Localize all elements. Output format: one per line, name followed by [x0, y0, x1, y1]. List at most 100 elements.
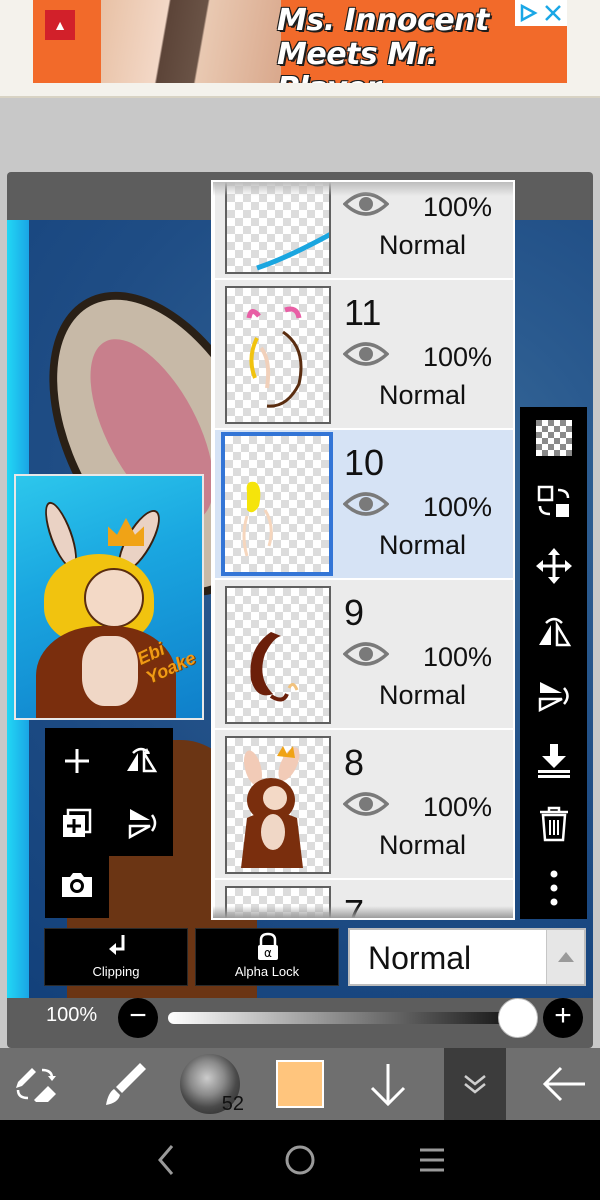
- layer-blend-mode: Normal: [379, 380, 467, 410]
- duplicate-layer-button[interactable]: [45, 792, 109, 854]
- opacity-increase-button[interactable]: +: [543, 998, 583, 1038]
- layer-blend-mode: Normal: [379, 680, 467, 710]
- eye-icon[interactable]: [343, 490, 389, 518]
- color-picker-button[interactable]: [268, 1048, 332, 1120]
- opacity-slider[interactable]: [168, 1012, 518, 1024]
- nav-back-button[interactable]: [136, 1138, 196, 1182]
- ad-choices[interactable]: [515, 0, 567, 26]
- flip-layer-horizontal-button[interactable]: [109, 730, 173, 792]
- move-arrows-icon: [535, 548, 572, 584]
- plus-icon: +: [554, 999, 572, 1032]
- layer-tools-panel: [45, 728, 173, 918]
- ad-strip: ▲ Ms. Innocent Meets Mr. Player: [0, 0, 600, 98]
- layer-thumbnail: [225, 736, 331, 874]
- lock-icon: α: [258, 932, 278, 960]
- brush-size-value: 52: [221, 1093, 244, 1115]
- brush-tip-preview: 52: [180, 1054, 244, 1115]
- bottom-toolbar: 52: [0, 1048, 600, 1120]
- layers-collapse-button[interactable]: [444, 1048, 506, 1120]
- clipping-button[interactable]: Clipping: [44, 928, 188, 986]
- layer-number: 9: [344, 592, 365, 633]
- import-photo-button[interactable]: [45, 854, 109, 916]
- layers-scroll-shade-top: [213, 182, 513, 196]
- clipping-arrow-icon: [109, 935, 125, 955]
- add-layer-button[interactable]: [45, 730, 109, 792]
- layer-row[interactable]: 8 100% Normal: [215, 730, 513, 880]
- clipping-label: Clipping: [92, 964, 140, 979]
- layer-blend-mode: Normal: [379, 530, 467, 560]
- layer-number: 11: [344, 292, 382, 333]
- layer-row[interactable]: 9 100% Normal: [215, 580, 513, 730]
- brush-icon: [106, 1063, 146, 1105]
- blend-mode-dropdown-arrow[interactable]: [546, 930, 584, 984]
- swap-layer-button[interactable]: [520, 471, 587, 533]
- ad-logo: ▲: [45, 10, 75, 40]
- blend-mode-value: Normal: [368, 940, 472, 976]
- alpha-lock-button[interactable]: α Alpha Lock: [195, 928, 339, 986]
- chevron-left-icon: [158, 1145, 174, 1175]
- layer-opacity: 100%: [423, 342, 493, 372]
- scroll-down-button[interactable]: [352, 1048, 424, 1120]
- pen-eraser-swap-icon: [16, 1068, 56, 1102]
- preview-art-chest: [82, 636, 138, 706]
- layer-number: 10: [344, 442, 385, 483]
- brush-size-button[interactable]: 52: [178, 1048, 244, 1120]
- close-ad-icon[interactable]: [543, 4, 563, 22]
- merge-down-button[interactable]: [520, 729, 587, 791]
- brush-tool-button[interactable]: [88, 1048, 160, 1120]
- system-nav-bar: [0, 1120, 600, 1200]
- ad-title-line1: Ms. Innocent: [277, 3, 489, 38]
- alpha-lock-label: Alpha Lock: [234, 964, 300, 979]
- flip-horizontal-icon: [538, 617, 571, 647]
- opacity-value: 100%: [46, 1004, 98, 1026]
- opacity-slider-row: 100% − +: [0, 996, 600, 1042]
- flip-vertical-icon: [128, 809, 157, 840]
- home-circle-icon: [285, 1145, 315, 1175]
- delete-layer-button[interactable]: [520, 793, 587, 855]
- blend-mode-select[interactable]: Normal: [348, 928, 586, 986]
- flip-horizontal-button[interactable]: [520, 601, 587, 663]
- menu-lines-icon: [420, 1148, 444, 1172]
- canvas-preview[interactable]: Ebi Yoake: [14, 474, 204, 720]
- move-layer-button[interactable]: [520, 535, 587, 597]
- back-button[interactable]: [528, 1048, 600, 1120]
- more-vertical-icon: [550, 870, 557, 906]
- layer-blend-mode: Normal: [379, 830, 467, 860]
- opacity-decrease-button[interactable]: −: [118, 998, 158, 1038]
- layers-panel[interactable]: 100% Normal 11 100% Normal 10 100% Norma…: [211, 180, 515, 920]
- layer-row[interactable]: 11 100% Normal: [215, 280, 513, 430]
- preview-art-face: [84, 568, 144, 628]
- merge-down-icon: [537, 744, 570, 778]
- layer-opacity: 100%: [423, 642, 493, 672]
- nav-recents-button[interactable]: [402, 1138, 462, 1182]
- layer-opacity: 100%: [423, 192, 493, 222]
- layer-opacity: 100%: [423, 492, 493, 522]
- ad-banner[interactable]: ▲ Ms. Innocent Meets Mr. Player: [33, 0, 567, 83]
- tool-switch-button[interactable]: [0, 1048, 72, 1120]
- flip-vertical-button[interactable]: [520, 665, 587, 727]
- layer-number: 8: [344, 742, 365, 783]
- layer-thumbnail: [221, 432, 333, 576]
- layer-side-toolbar: [520, 407, 587, 919]
- layer-thumbnail: [225, 286, 331, 424]
- nav-home-button[interactable]: [270, 1138, 330, 1182]
- duplicate-layer-icon: [63, 808, 92, 837]
- layer-more-button[interactable]: [520, 857, 587, 919]
- plus-icon: [65, 749, 89, 773]
- layer-blend-mode: Normal: [379, 230, 467, 260]
- ad-choices-icon[interactable]: [519, 4, 539, 22]
- arrow-left-icon: [542, 1066, 585, 1102]
- camera-icon: [62, 873, 92, 897]
- eye-icon[interactable]: [343, 340, 389, 368]
- eye-icon[interactable]: [343, 640, 389, 668]
- svg-text:α: α: [264, 946, 272, 960]
- flip-layer-vertical-button[interactable]: [109, 792, 173, 854]
- eye-icon[interactable]: [343, 790, 389, 818]
- layer-row-selected[interactable]: 10 100% Normal: [215, 430, 513, 580]
- layers-scroll-shade-bottom: [213, 906, 513, 918]
- trash-icon: [539, 806, 568, 842]
- ad-title: Ms. Innocent Meets Mr. Player: [277, 3, 547, 84]
- minus-icon: −: [129, 999, 147, 1032]
- opacity-slider-thumb[interactable]: [498, 998, 538, 1038]
- new-transparent-layer-button[interactable]: [520, 407, 587, 469]
